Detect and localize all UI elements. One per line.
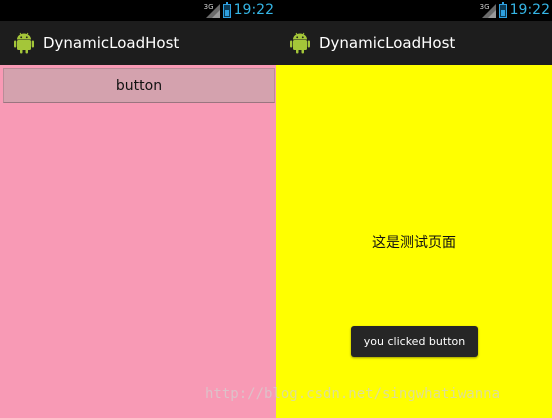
right-screen: 3G 19:22 DynamicLoadHost 这是测试页面 you clic… [276,0,552,418]
host-activity-content: button [0,65,276,418]
watermark: http://blog.csdn.net/singwhatiwanna [205,386,501,402]
signal-3g-icon: 3G [204,3,220,18]
status-icons: 3G 19:22 [480,1,550,20]
android-icon [14,32,34,54]
app-title: DynamicLoadHost [319,34,456,52]
toast-text: you clicked button [363,335,466,348]
battery-icon [222,1,231,18]
android-icon [290,32,310,54]
signal-3g-icon: 3G [480,3,496,18]
left-screen: 3G 19:22 DynamicLoadHost button [0,0,276,418]
status-icons: 3G 19:22 [204,1,274,20]
action-bar: DynamicLoadHost [0,21,276,65]
clock: 19:22 [233,2,274,18]
action-bar: DynamicLoadHost [276,21,552,65]
battery-icon [498,1,507,18]
status-bar: 3G 19:22 [0,0,276,21]
app-title: DynamicLoadHost [43,34,180,52]
toast-message: you clicked button [351,326,478,357]
test-page-text: 这是测试页面 [372,235,456,251]
plugin-activity-content: 这是测试页面 you clicked button [276,65,552,418]
main-button[interactable]: button [3,68,275,103]
clock: 19:22 [509,2,550,18]
status-bar: 3G 19:22 [276,0,552,21]
